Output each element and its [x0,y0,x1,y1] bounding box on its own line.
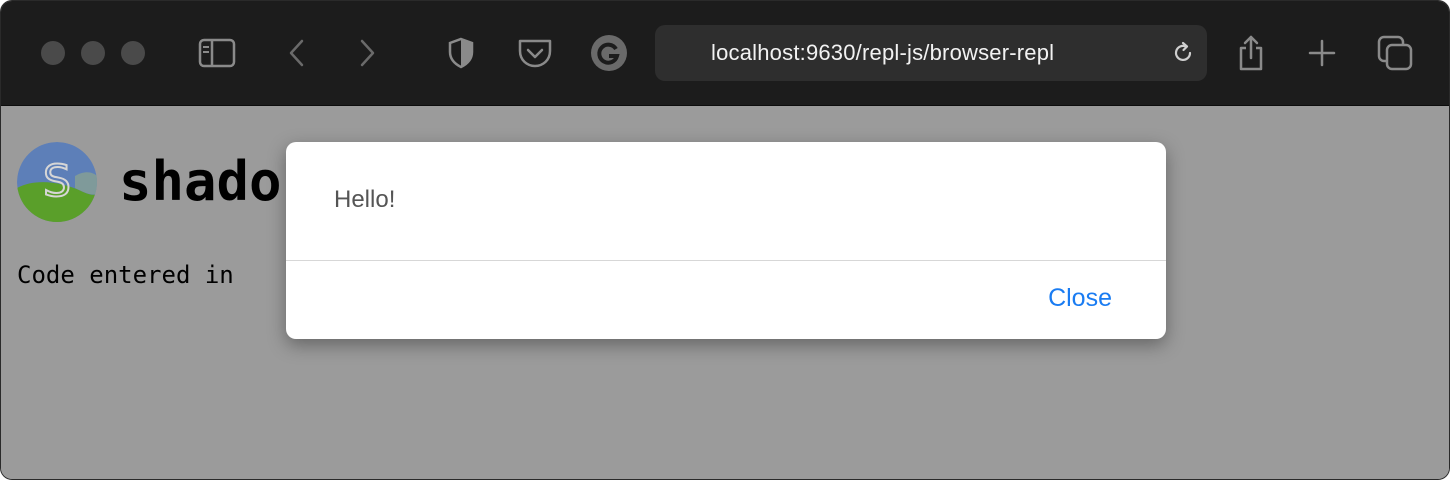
dialog-divider [286,260,1166,261]
g-extension-icon[interactable] [589,33,629,73]
plus-icon[interactable] [1302,33,1342,73]
page-paragraph: Code entered in [17,261,234,289]
minimize-window-button[interactable] [81,41,105,65]
tabs-overview-icon[interactable] [1375,33,1415,73]
page-heading: shado [119,150,282,213]
close-window-button[interactable] [41,41,65,65]
address-bar[interactable]: localhost:9630/repl-js/browser-repl [655,25,1207,81]
svg-text:S: S [43,156,71,207]
chevron-right-icon[interactable] [347,33,387,73]
shadow-cljs-logo-icon: S [17,142,97,222]
browser-window: localhost:9630/repl-js/browser-repl S sh… [0,0,1450,480]
alert-dialog: Hello! Close [286,142,1166,339]
browser-toolbar: localhost:9630/repl-js/browser-repl [1,1,1449,106]
reload-icon[interactable] [1171,41,1195,65]
close-button[interactable]: Close [1048,284,1112,313]
share-icon[interactable] [1231,33,1271,73]
url-text[interactable]: localhost:9630/repl-js/browser-repl [711,25,1054,81]
chevron-left-icon[interactable] [277,33,317,73]
pocket-icon[interactable] [515,33,555,73]
sidebar-icon[interactable] [197,33,237,73]
shield-icon[interactable] [441,33,481,73]
zoom-window-button[interactable] [121,41,145,65]
dialog-message: Hello! [334,186,396,213]
